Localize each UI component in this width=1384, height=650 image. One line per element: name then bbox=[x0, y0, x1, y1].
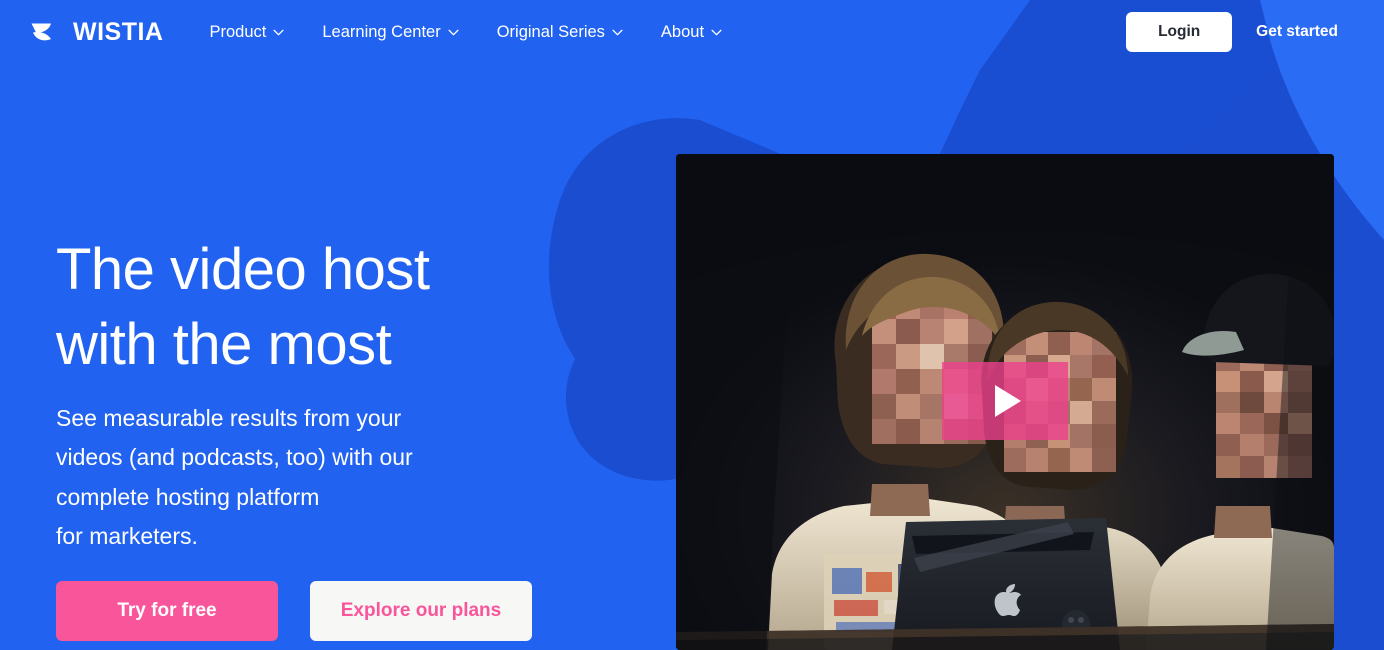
logo-wordmark: WISTIA bbox=[73, 17, 164, 46]
wistia-swoosh-icon bbox=[30, 19, 66, 45]
nav-actions: Login Get started bbox=[1126, 12, 1356, 52]
chevron-down-icon bbox=[612, 29, 623, 36]
hero-subtitle: See measurable results from your videos … bbox=[56, 399, 516, 557]
explore-our-plans-button[interactable]: Explore our plans bbox=[310, 580, 532, 641]
hero-title-line-2: with the most bbox=[56, 312, 392, 378]
wistia-logo[interactable]: WISTIA bbox=[30, 19, 164, 45]
hero-subtitle-line-2: videos (and podcasts, too) with our bbox=[56, 444, 413, 471]
chevron-down-icon bbox=[448, 29, 459, 36]
main-navigation: WISTIA Product Learning Center Original … bbox=[0, 0, 1384, 64]
try-for-free-button[interactable]: Try for free bbox=[56, 580, 278, 641]
hero-content: The video host with the most See measura… bbox=[56, 232, 576, 641]
nav-item-about[interactable]: About bbox=[661, 23, 722, 42]
nav-item-label: Learning Center bbox=[322, 22, 441, 41]
chevron-down-icon bbox=[711, 29, 722, 36]
nav-links: Product Learning Center Original Series bbox=[210, 23, 723, 42]
chevron-down-icon bbox=[273, 29, 284, 36]
wistia-homepage-hero: WISTIA Product Learning Center Original … bbox=[0, 0, 1384, 650]
get-started-button[interactable]: Get started bbox=[1238, 12, 1356, 52]
nav-item-label: Product bbox=[209, 22, 267, 41]
hero-title-line-1: The video host bbox=[56, 237, 430, 302]
hero-subtitle-line-4: for marketers. bbox=[56, 523, 198, 550]
hero-title: The video host with the most bbox=[56, 232, 576, 383]
video-play-button[interactable] bbox=[942, 362, 1068, 440]
hero-subtitle-line-1: See measurable results from your bbox=[56, 404, 402, 431]
nav-item-label: Original Series bbox=[496, 22, 605, 41]
hero-subtitle-line-3: complete hosting platform bbox=[56, 483, 320, 510]
nav-item-learning-center[interactable]: Learning Center bbox=[322, 22, 459, 42]
hero-cta-group: Try for free Explore our plans bbox=[56, 580, 576, 641]
nav-item-original-series[interactable]: Original Series bbox=[497, 23, 623, 42]
play-triangle-icon bbox=[994, 385, 1021, 417]
nav-item-product[interactable]: Product bbox=[210, 23, 285, 42]
nav-item-label: About bbox=[660, 22, 705, 41]
login-button[interactable]: Login bbox=[1126, 12, 1233, 52]
